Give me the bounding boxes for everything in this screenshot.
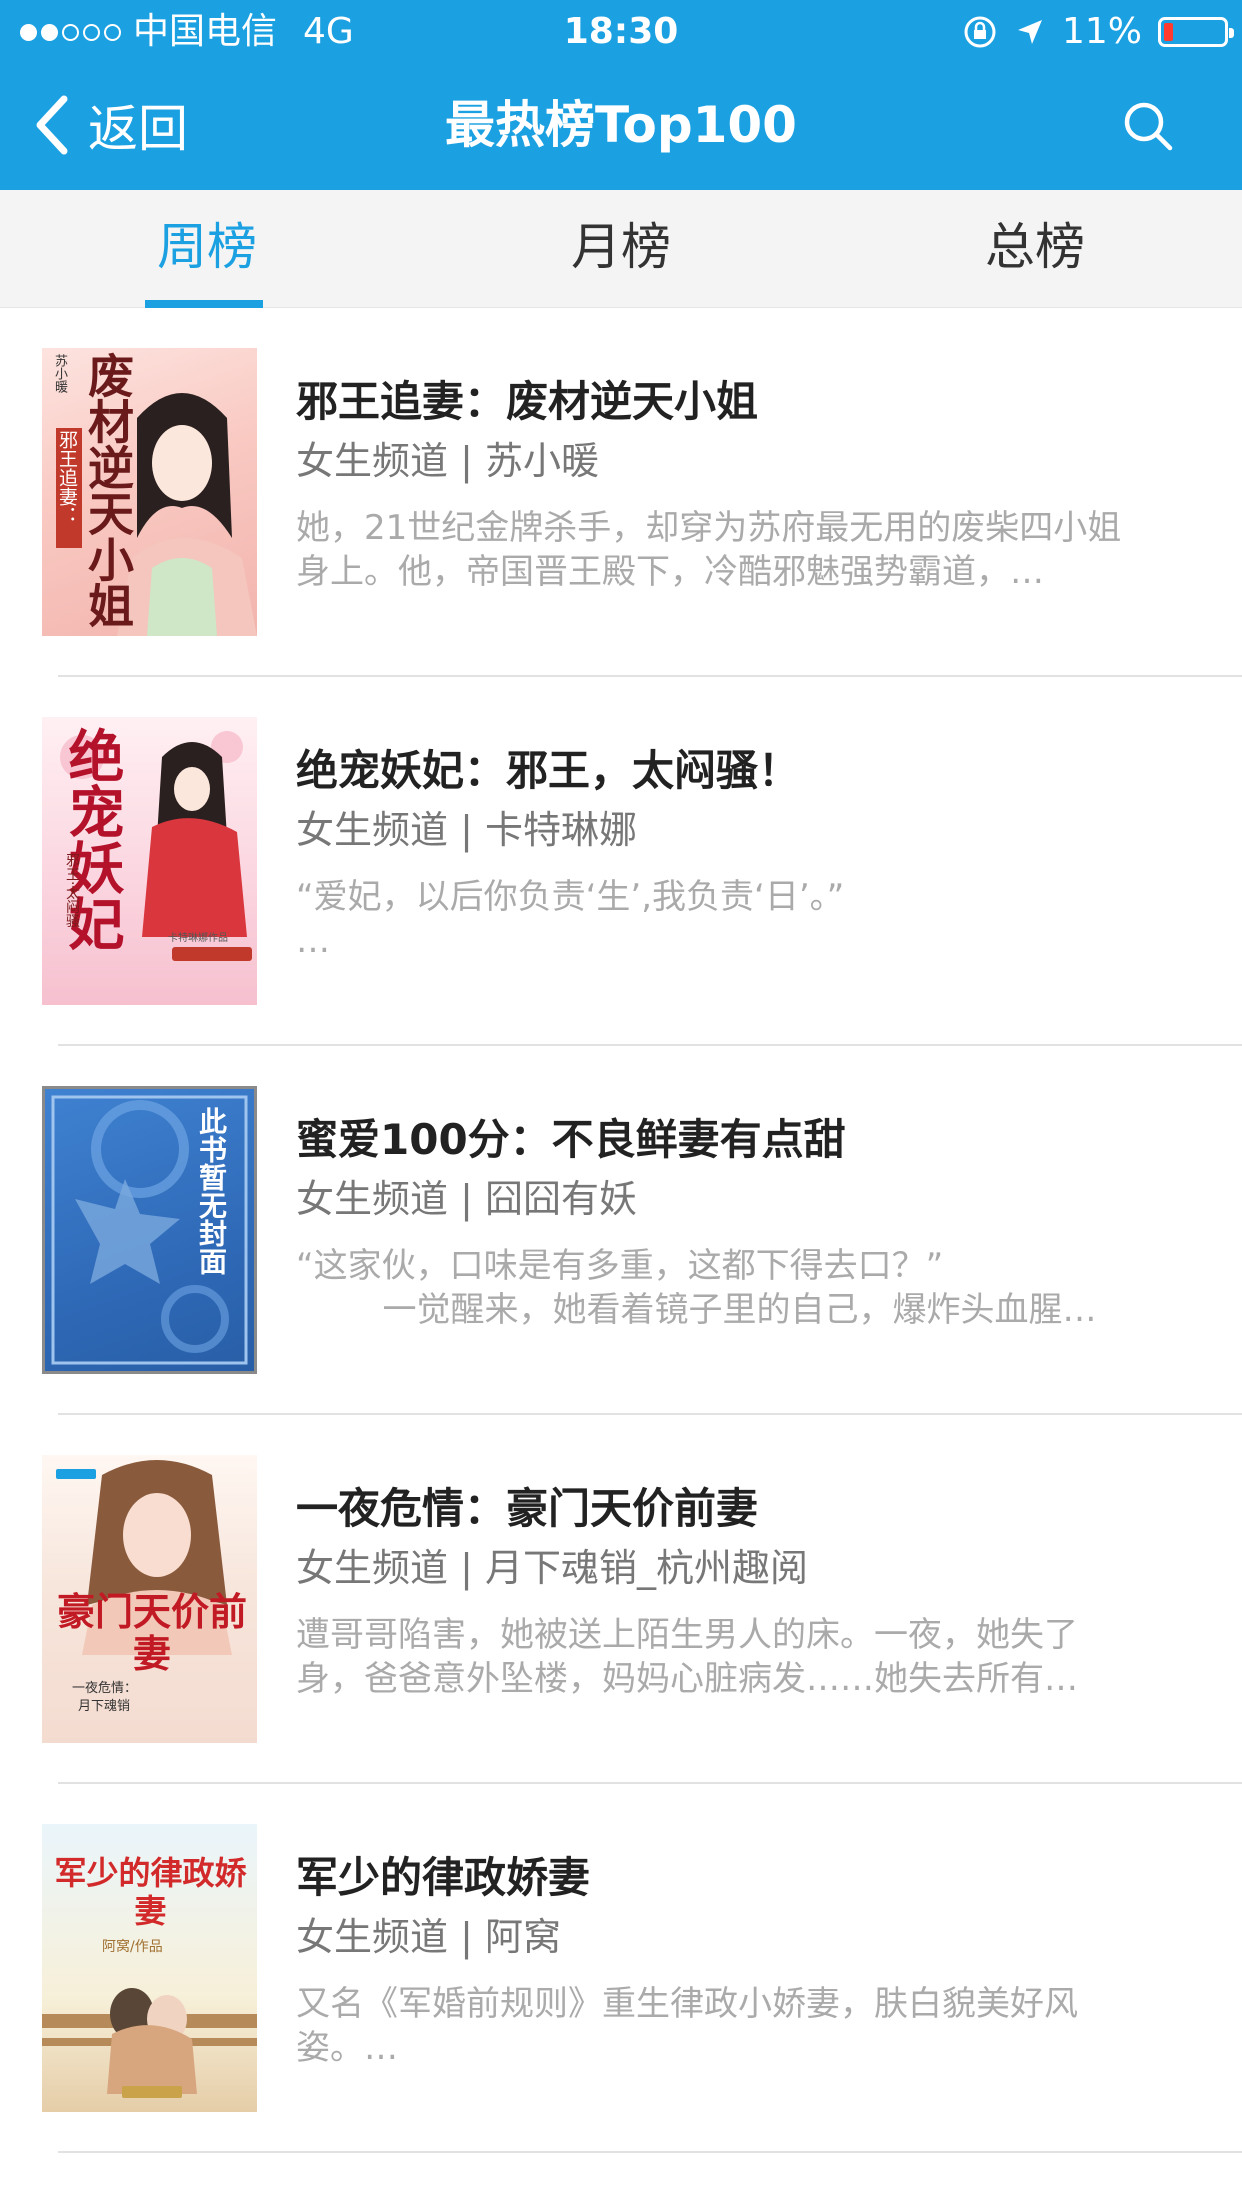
list-item[interactable]: 此书暂无封面 蜜爱100分：不良鲜妻有点甜 女生频道 | 囧囧有妖 “这家伙，口… [0, 1046, 1242, 1415]
book-meta: 女生频道 | 苏小暖 [296, 439, 599, 483]
book-cover: 废材逆天小姐 邪王追妻： 苏小暖 [42, 348, 257, 636]
cover-subtitle: 一夜危情： [72, 1681, 138, 1696]
ranking-tabs: 周榜 月榜 总榜 [0, 190, 1242, 308]
cover-author: 卡特琳娜作品 [168, 933, 228, 944]
cover-title: 豪门天价前妻 [56, 1589, 247, 1676]
book-title: 军少的律政娇妻 [296, 1853, 591, 1902]
book-cover: 绝宠妖妃 邪王·太闷骚 卡特琳娜作品 [42, 717, 257, 1005]
book-meta: 女生频道 | 月下魂销_杭州趣阅 [296, 1546, 808, 1590]
book-title: 一夜危情：豪门天价前妻 [296, 1484, 759, 1533]
cover-author: 月下魂销 [78, 1699, 131, 1714]
cover-author: 阿窝/作品 [102, 1939, 163, 1955]
book-meta: 女生频道 | 卡特琳娜 [296, 808, 637, 852]
battery-icon [1158, 17, 1234, 47]
book-title: 邪王追妻：废材逆天小姐 [296, 377, 759, 426]
tab-monthly[interactable]: 月榜 [414, 190, 828, 308]
search-icon[interactable] [1120, 98, 1176, 154]
cover-author: 苏小暖 [52, 354, 67, 393]
book-cover: 军少的律政娇妻 阿窝/作品 [42, 1824, 257, 2112]
page-title: 最热榜Top100 [445, 96, 797, 154]
battery-percent: 11% [1061, 11, 1142, 52]
tab-overall[interactable]: 总榜 [828, 190, 1242, 308]
cover-title: 此书暂无封面 [195, 1107, 228, 1275]
list-item[interactable]: 豪门天价前妻 一夜危情： 月下魂销 一夜危情：豪门天价前妻 女生频道 | 月下魂… [0, 1415, 1242, 1784]
cover-subtitle: 邪王追妻： [56, 430, 78, 525]
book-description: “爱妃，以后你负责‘生’,我负责‘日’。” … [296, 877, 845, 961]
cover-title: 军少的律政娇妻 [54, 1854, 247, 1930]
book-list: 废材逆天小姐 邪王追妻： 苏小暖 邪王追妻：废材逆天小姐 女生频道 | 苏小暖 … [0, 308, 1242, 2153]
book-description: 又名《军婚前规则》重生律政小娇妻，肤白貌美好风姿。… [296, 1984, 1078, 2068]
cover-subtitle: 邪王·太闷骚 [64, 853, 80, 928]
tab-weekly[interactable]: 周榜 [0, 190, 414, 308]
status-right: 11% [962, 0, 1234, 64]
active-tab-indicator [145, 300, 263, 308]
location-arrow-icon [1017, 20, 1042, 44]
book-description: 遭哥哥陷害，她被送上陌生男人的床。一夜，她失了身，爸爸意外坠楼，妈妈心脏病发……… [296, 1615, 1078, 1699]
book-meta: 女生频道 | 阿窝 [296, 1915, 561, 1959]
list-item[interactable]: 绝宠妖妃 邪王·太闷骚 卡特琳娜作品 绝宠妖妃：邪王，太闷骚！ 女生频道 | 卡… [0, 677, 1242, 1046]
book-description: “这家伙，口味是有多重，这都下得去口？” 一觉醒来，她看着镜子里的自己，爆炸头血… [296, 1246, 1097, 1330]
book-title: 蜜爱100分：不良鲜妻有点甜 [296, 1115, 846, 1164]
book-title: 绝宠妖妃：邪王，太闷骚！ [296, 746, 801, 795]
orientation-lock-icon [964, 16, 996, 48]
book-cover: 此书暂无封面 [42, 1086, 257, 1374]
top-bar: 中国电信 4G 18:30 11% 返回 最热榜Top100 [0, 0, 1242, 190]
book-meta: 女生频道 | 囧囧有妖 [296, 1177, 637, 1221]
book-cover: 豪门天价前妻 一夜危情： 月下魂销 [42, 1455, 257, 1743]
nav-bar: 返回 最热榜Top100 [0, 64, 1242, 190]
list-item[interactable]: 废材逆天小姐 邪王追妻： 苏小暖 邪王追妻：废材逆天小姐 女生频道 | 苏小暖 … [0, 308, 1242, 677]
status-bar: 中国电信 4G 18:30 11% [0, 0, 1242, 64]
cover-title: 废材逆天小姐 [81, 352, 135, 628]
book-description: 她，21世纪金牌杀手，却穿为苏府最无用的废柴四小姐身上。他，帝国晋王殿下，冷酷邪… [296, 508, 1122, 592]
list-item[interactable]: 军少的律政娇妻 阿窝/作品 军少的律政娇妻 女生频道 | 阿窝 又名《军婚前规则… [0, 1784, 1242, 2153]
